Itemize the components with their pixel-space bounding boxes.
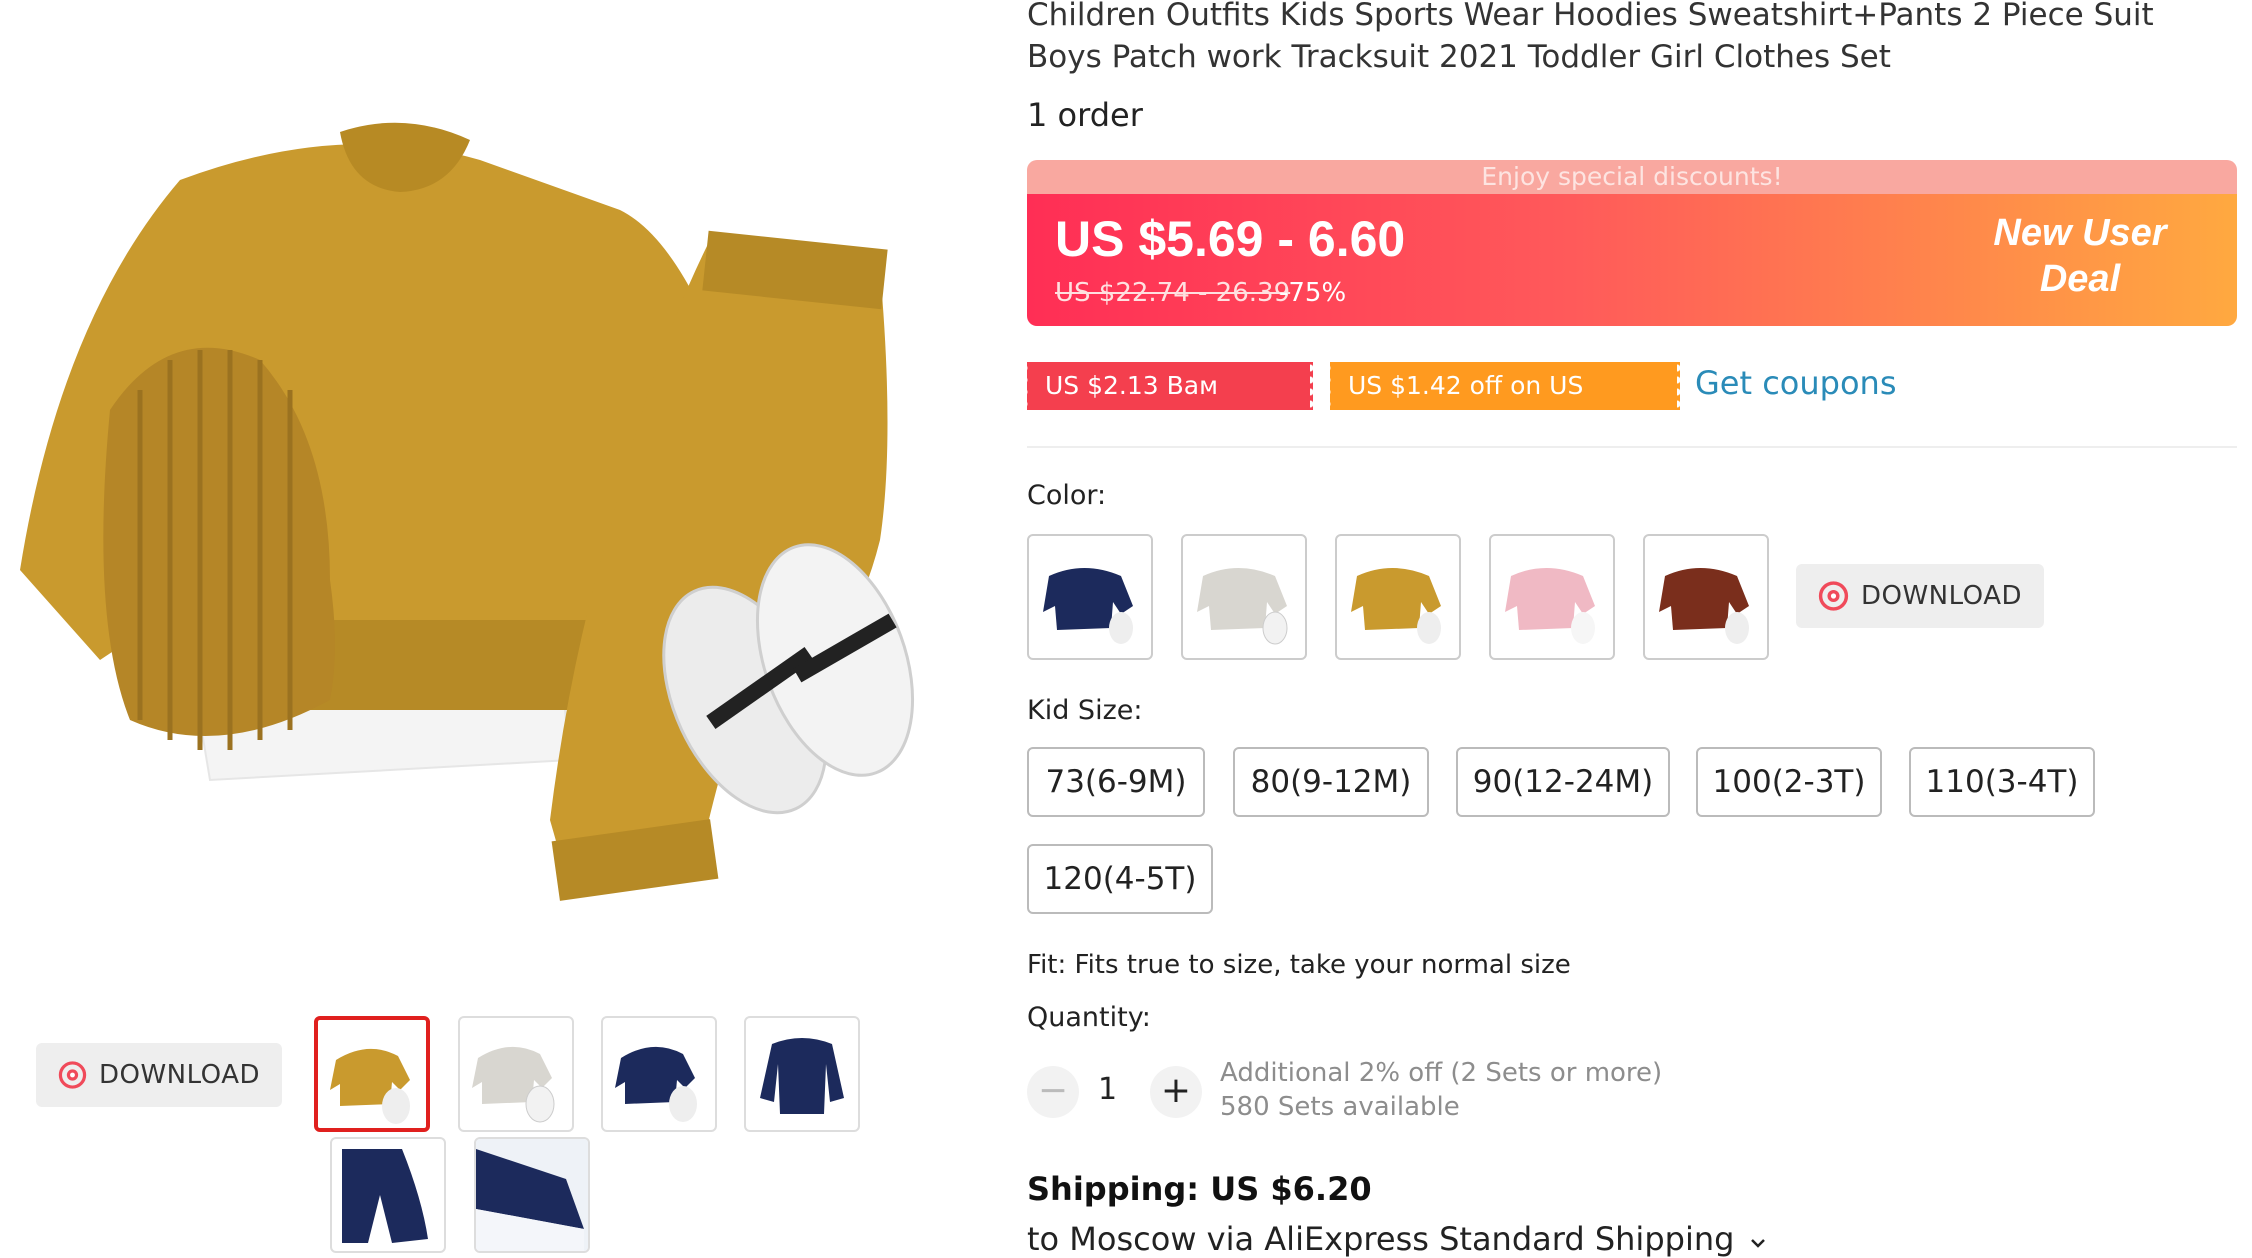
kid-size-label: Kid Size: bbox=[1027, 695, 1143, 726]
color-label: Color: bbox=[1027, 480, 1107, 511]
bulk-discount-note: Additional 2% off (2 Sets or more) bbox=[1220, 1058, 1663, 1088]
color-swatch-brown[interactable] bbox=[1643, 534, 1769, 660]
color-swatch-mustard[interactable] bbox=[1335, 534, 1461, 660]
shipping-cost: Shipping: US $6.20 bbox=[1027, 1170, 1372, 1208]
color-download-label: DOWNLOAD bbox=[1860, 581, 2022, 611]
thumbnail-navy-pants[interactable] bbox=[330, 1137, 446, 1253]
chevron-down-icon bbox=[1750, 1239, 1765, 1248]
shipping-destination[interactable]: to Moscow via AliExpress Standard Shippi… bbox=[1027, 1220, 1767, 1258]
color-swatch-grey[interactable] bbox=[1181, 534, 1307, 660]
color-swatch-navy[interactable] bbox=[1027, 534, 1153, 660]
fit-info: Fit: Fits true to size, take your normal… bbox=[1027, 950, 1571, 980]
gallery-download-button[interactable]: DOWNLOAD bbox=[36, 1043, 282, 1107]
gallery-download-label: DOWNLOAD bbox=[98, 1060, 260, 1090]
thumbnail-grey-set[interactable] bbox=[458, 1016, 574, 1132]
coupon-badge-red[interactable]: US $2.13 Вам купон bbox=[1024, 362, 1316, 448]
new-user-deal-badge: New User Deal bbox=[1993, 212, 2167, 300]
order-count: 1 order bbox=[1027, 96, 1143, 134]
thumbnail-navy-white-detail[interactable] bbox=[474, 1137, 590, 1253]
quantity-label: Quantity: bbox=[1027, 1002, 1151, 1033]
coupon-badge-orange[interactable]: US $1.42 off on US $17.30 bbox=[1327, 362, 1683, 448]
stock-available: 580 Sets available bbox=[1220, 1092, 1460, 1122]
quantity-increase-button[interactable]: + bbox=[1150, 1066, 1202, 1118]
section-divider bbox=[1027, 446, 2237, 448]
main-product-image[interactable] bbox=[0, 60, 970, 960]
size-option-120[interactable]: 120(4-5T) bbox=[1027, 844, 1213, 914]
size-option-80[interactable]: 80(9-12M) bbox=[1233, 747, 1429, 817]
thumbnail-mustard-set[interactable] bbox=[314, 1016, 430, 1132]
banner-promo-text: Enjoy special discounts! bbox=[1027, 160, 2237, 196]
current-price: US $5.69 - 6.60 bbox=[1055, 211, 1406, 267]
size-option-73[interactable]: 73(6-9M) bbox=[1027, 747, 1205, 817]
target-icon bbox=[1818, 581, 1849, 611]
shipping-destination-text: to Moscow via AliExpress Standard Shippi… bbox=[1027, 1220, 1735, 1258]
get-coupons-link[interactable]: Get coupons bbox=[1695, 364, 1897, 402]
price-banner: Enjoy special discounts! US $5.69 - 6.60… bbox=[1027, 160, 2237, 326]
thumbnail-navy-set[interactable] bbox=[601, 1016, 717, 1132]
size-option-110[interactable]: 110(3-4T) bbox=[1909, 747, 2095, 817]
size-option-90[interactable]: 90(12-24M) bbox=[1456, 747, 1670, 817]
target-icon bbox=[58, 1061, 87, 1089]
quantity-decrease-button[interactable]: − bbox=[1027, 1066, 1079, 1118]
discount-percent: -75% bbox=[1279, 278, 1347, 308]
original-price: US $22.74 - 26.39 bbox=[1055, 278, 1291, 308]
color-swatch-pink[interactable] bbox=[1489, 534, 1615, 660]
thumbnail-navy-sweatshirt[interactable] bbox=[744, 1016, 860, 1132]
size-option-100[interactable]: 100(2-3T) bbox=[1696, 747, 1882, 817]
color-download-button[interactable]: DOWNLOAD bbox=[1796, 564, 2044, 628]
product-title: Children Outfits Kids Sports Wear Hoodie… bbox=[1027, 0, 2154, 75]
price-panel: US $5.69 - 6.60 US $22.74 - 26.39 -75% N… bbox=[1027, 194, 2237, 326]
quantity-value[interactable]: 1 bbox=[1098, 1072, 1117, 1107]
